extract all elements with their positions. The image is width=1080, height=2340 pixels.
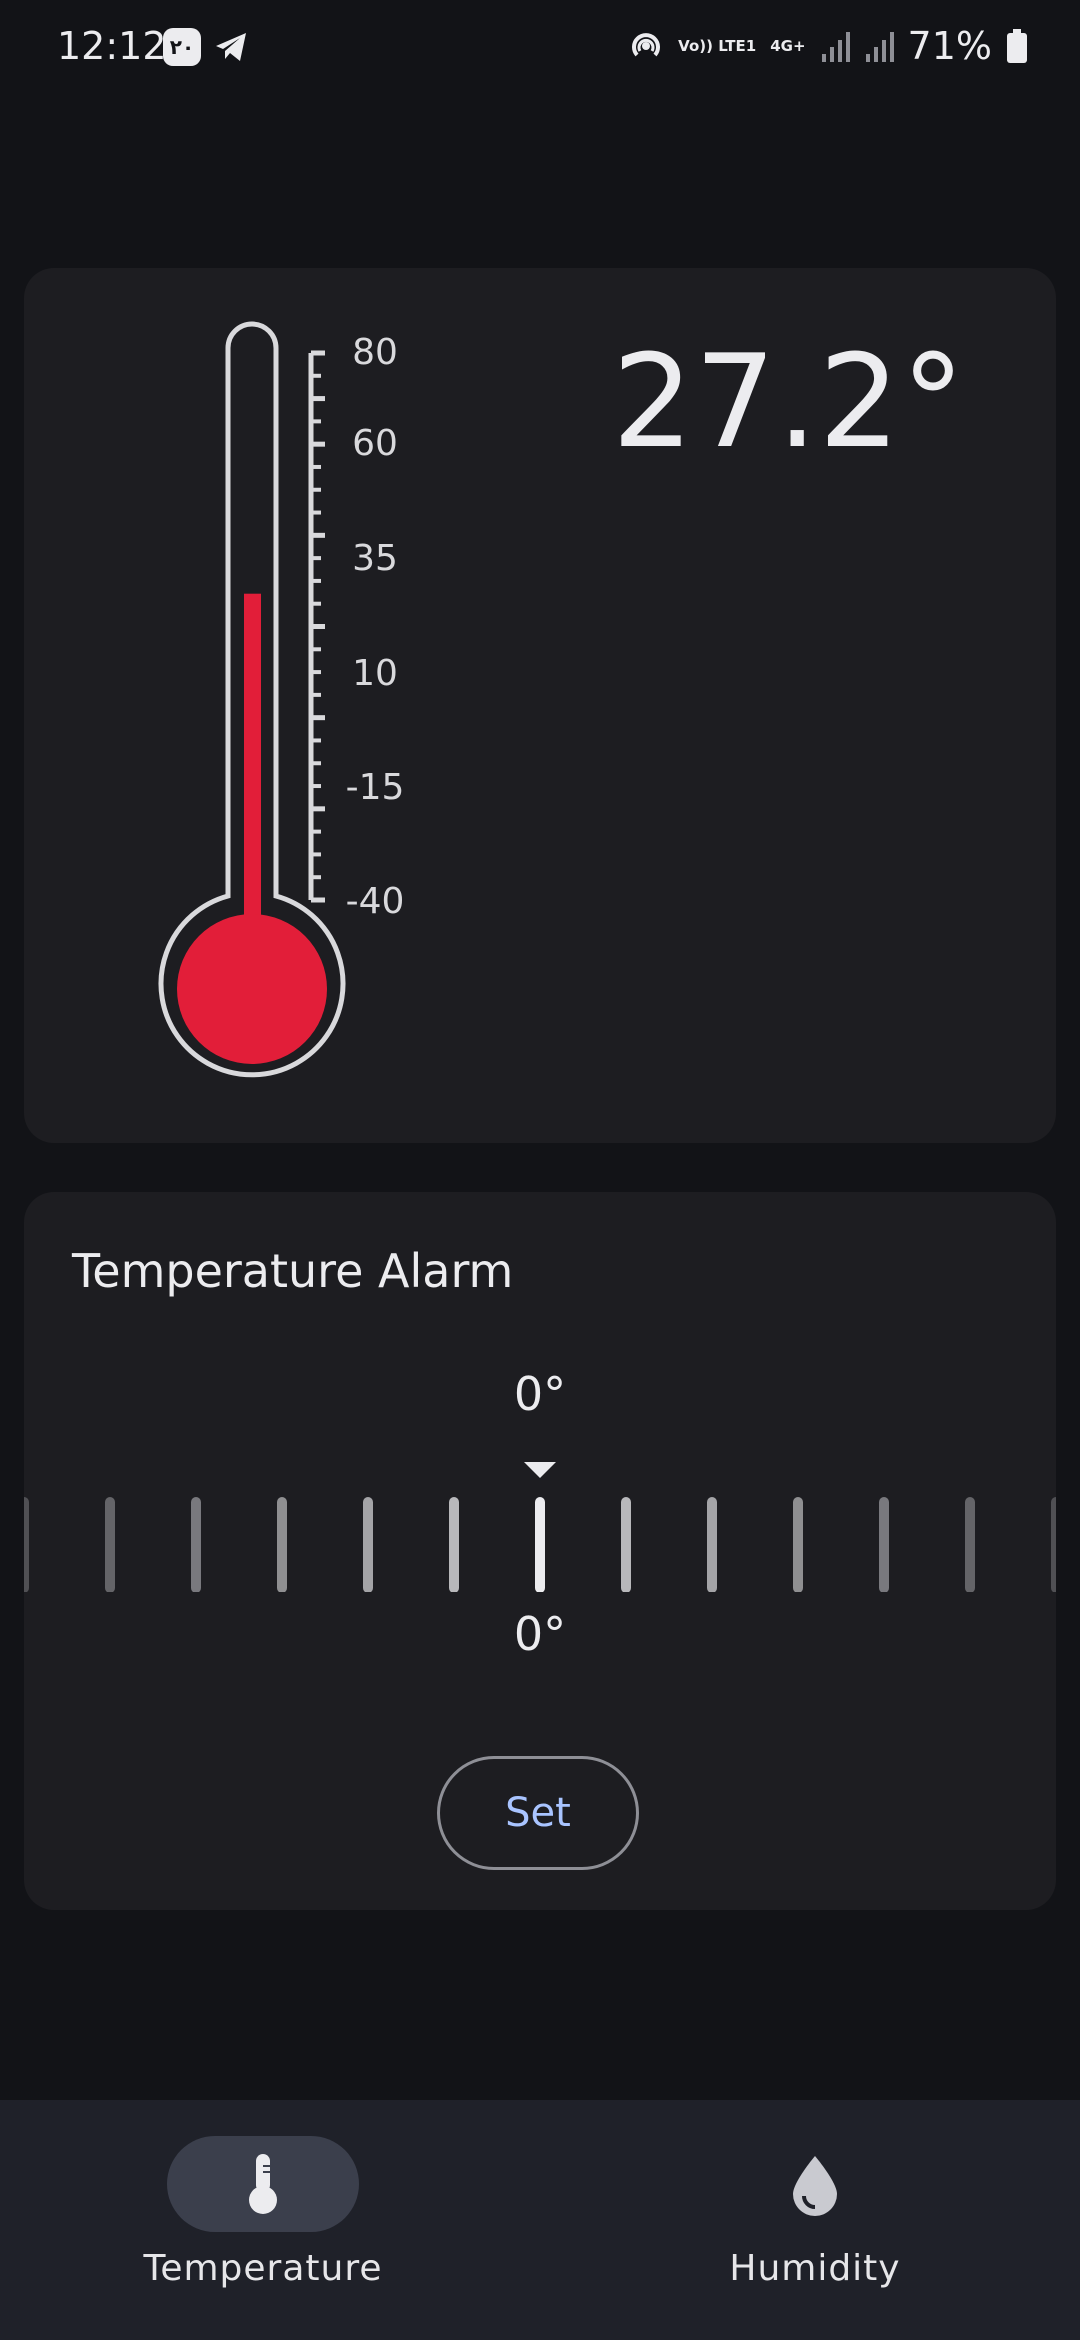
scale-label: 10 bbox=[352, 653, 398, 694]
scale-label: 35 bbox=[352, 538, 398, 579]
hotspot-icon bbox=[632, 33, 661, 57]
ruler-tick bbox=[191, 1497, 201, 1592]
nav-inactive-indicator bbox=[719, 2136, 911, 2232]
network-4g-label: 4G+ bbox=[770, 38, 805, 54]
bottom-navigation: Temperature Humidity bbox=[0, 2100, 1080, 2340]
nav-label-humidity: Humidity bbox=[729, 2248, 901, 2289]
telegram-icon bbox=[216, 33, 246, 61]
battery-icon bbox=[1007, 29, 1027, 63]
mercury-column bbox=[244, 593, 261, 918]
signal-icon-1 bbox=[821, 32, 850, 62]
ruler-pointer-icon bbox=[524, 1462, 556, 1478]
ruler-tick bbox=[965, 1497, 975, 1592]
scale-label: -40 bbox=[346, 881, 405, 922]
ruler-tick bbox=[621, 1497, 631, 1592]
mercury-bulb bbox=[177, 914, 327, 1064]
volte-label: Vo)) LTE1 bbox=[678, 38, 756, 54]
ruler-tick bbox=[707, 1497, 717, 1592]
scale-label: -15 bbox=[346, 767, 405, 808]
nav-item-humidity[interactable]: Humidity bbox=[615, 2136, 1015, 2289]
status-bar: 12:12 ٢٠ Vo)) LTE1 4G+ 71% bbox=[0, 0, 1080, 100]
ruler-tick bbox=[879, 1497, 889, 1592]
ruler-tick bbox=[363, 1497, 373, 1592]
thermometer-card: 80 60 35 10 -15 -40 27.2° bbox=[24, 268, 1056, 1143]
alarm-ruler-slider[interactable] bbox=[24, 1492, 1056, 1592]
status-notification-icons: ٢٠ bbox=[163, 28, 249, 66]
status-time: 12:12 bbox=[57, 24, 167, 68]
ruler-tick bbox=[24, 1497, 29, 1592]
ruler-tick bbox=[105, 1497, 115, 1592]
battery-percent: 71% bbox=[907, 24, 992, 68]
ruler-tick bbox=[449, 1497, 459, 1592]
network-4g-text: 4G+ bbox=[770, 37, 806, 55]
thermometer-icon bbox=[249, 2154, 277, 2214]
nav-label-temperature: Temperature bbox=[143, 2248, 383, 2289]
alarm-current-value: 0° bbox=[513, 1607, 567, 1661]
status-system-icons: Vo)) LTE1 4G+ 71% bbox=[628, 24, 1028, 68]
nav-active-indicator bbox=[167, 2136, 359, 2232]
alarm-title: Temperature Alarm bbox=[72, 1244, 514, 1298]
ruler-tick bbox=[1051, 1497, 1056, 1592]
temperature-alarm-card: Temperature Alarm 0° 0° Set bbox=[24, 1192, 1056, 1910]
scale-label: 80 bbox=[352, 332, 398, 373]
ruler-tick bbox=[793, 1497, 803, 1592]
set-alarm-button[interactable]: Set bbox=[437, 1756, 639, 1870]
volte-text: Vo)) LTE1 bbox=[678, 37, 757, 55]
alarm-selected-value: 0° bbox=[513, 1367, 567, 1421]
scale-label: 60 bbox=[352, 423, 398, 464]
nav-item-temperature[interactable]: Temperature bbox=[63, 2136, 463, 2289]
signal-icon-2 bbox=[865, 32, 894, 62]
ruler-center-tick bbox=[535, 1497, 545, 1592]
temperature-reading: 27.2° bbox=[612, 328, 966, 477]
droplet-icon bbox=[793, 2156, 837, 2216]
ruler-tick bbox=[277, 1497, 287, 1592]
app-badge-icon: ٢٠ bbox=[163, 28, 201, 66]
